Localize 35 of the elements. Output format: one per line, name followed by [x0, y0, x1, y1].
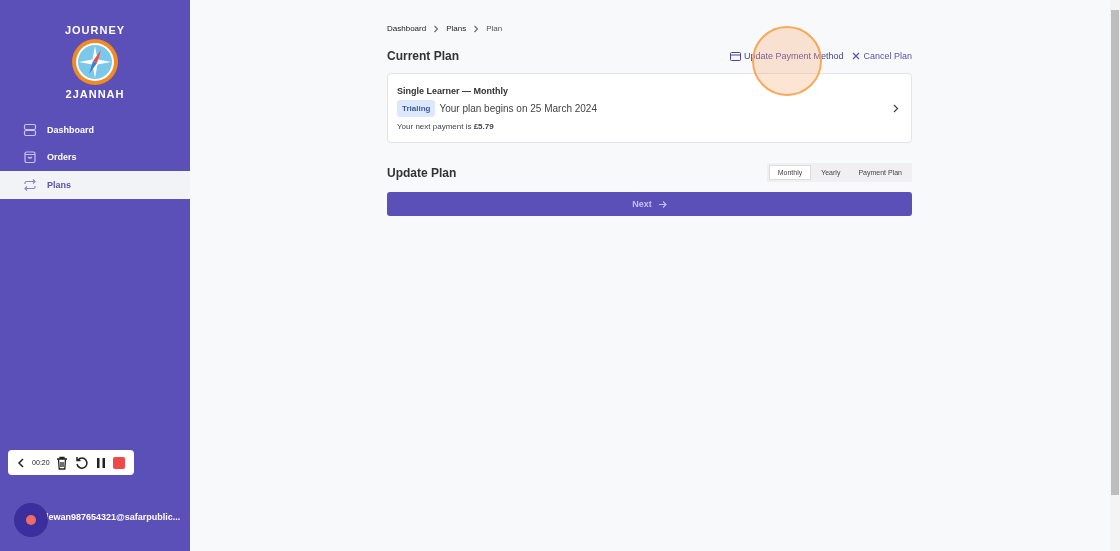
back-icon[interactable]: [17, 457, 26, 468]
status-badge: Trialing: [397, 99, 436, 117]
trash-icon[interactable]: [56, 455, 69, 470]
plan-card[interactable]: Single Learner — Monthly Trialing Your plan begins on 25 March 2024 Your next payment is £5.79: [387, 73, 912, 143]
sidebar-item[interactable]: Plans: [0, 171, 190, 199]
cancel-plan-link[interactable]: Cancel Plan: [852, 51, 912, 61]
plan-start-text: Your plan begins on 25 March 2024: [439, 102, 597, 114]
sidebar-item[interactable]: Dashboard: [0, 116, 190, 144]
chevron-icon: [893, 103, 899, 113]
section-title: Update Plan: [387, 165, 457, 180]
pause-icon[interactable]: [95, 456, 106, 469]
next-payment-text: Your next payment is £5.79: [397, 121, 495, 131]
plan-name: Single Learner — Monthly: [397, 85, 509, 96]
breadcrumb-link[interactable]: Plan: [486, 24, 503, 33]
close-icon: [852, 52, 861, 60]
record-button[interactable]: [14, 503, 48, 537]
breadcrumb-link[interactable]: Plans: [446, 24, 467, 33]
scrollbar[interactable]: [1110, 0, 1120, 551]
bag-icon: [23, 150, 37, 165]
arrow-right-icon: [657, 199, 667, 209]
chevron-icon: [473, 24, 480, 33]
repeat-icon: [23, 177, 37, 192]
logo-text: 2JANNAH: [65, 88, 125, 100]
breadcrumb-link[interactable]: Dashboard: [387, 24, 427, 33]
chevron-icon: [433, 24, 440, 33]
next-button[interactable]: Next: [387, 192, 912, 216]
logo-text: JOURNEY: [64, 24, 126, 36]
stack-icon: [23, 122, 37, 137]
sidebar-item[interactable]: Orders: [0, 143, 190, 171]
card-icon: [729, 51, 741, 61]
stop-icon[interactable]: [112, 456, 125, 469]
section-title: Current Plan: [387, 49, 459, 63]
user-email[interactable]: lewan987654321@safarpublic...: [46, 512, 181, 522]
restart-icon[interactable]: [75, 455, 90, 470]
compass-icon: [71, 38, 119, 86]
